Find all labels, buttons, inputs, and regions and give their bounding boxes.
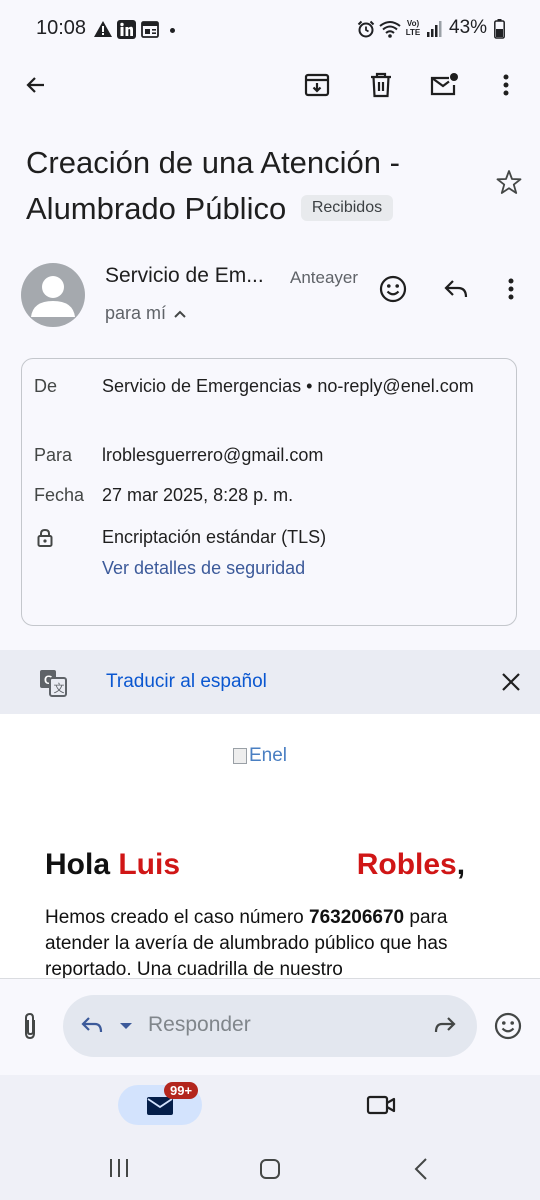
broken-image-icon bbox=[233, 748, 247, 764]
battery-icon bbox=[494, 19, 505, 39]
volte-icon: Vo) LTE bbox=[405, 19, 421, 37]
attach-button[interactable] bbox=[8, 1004, 52, 1048]
mark-unread-button[interactable] bbox=[422, 63, 466, 107]
inbox-label-chip[interactable]: Recibidos bbox=[300, 194, 394, 221]
reply-mode-icon[interactable] bbox=[80, 1016, 108, 1036]
greeting-comma: , bbox=[456, 848, 466, 881]
greeting-hola: Hola bbox=[45, 848, 111, 881]
greeting-last-name: Robles bbox=[356, 848, 457, 881]
notification-dot-icon bbox=[170, 28, 175, 33]
greeting-first-name: Luis bbox=[118, 848, 181, 881]
case-number: 763206670 bbox=[309, 907, 405, 928]
meet-tab[interactable] bbox=[366, 1094, 396, 1116]
mark-unread-icon bbox=[430, 73, 458, 96]
translate-icon: G文 bbox=[39, 669, 67, 697]
chevron-down-icon[interactable] bbox=[119, 1022, 133, 1030]
reply-icon bbox=[444, 280, 468, 298]
sender-avatar[interactable] bbox=[21, 263, 85, 327]
to-value: lroblesguerrero@gmail.com bbox=[102, 445, 324, 465]
sender-name[interactable]: Servicio de Em... bbox=[105, 264, 287, 288]
translate-bar bbox=[0, 650, 540, 714]
emoji-react-button[interactable] bbox=[371, 267, 415, 311]
emoji-icon bbox=[494, 1012, 522, 1040]
mail-icon bbox=[146, 1096, 174, 1116]
forward-icon[interactable] bbox=[431, 1016, 457, 1036]
body-text-before: Hemos creado el caso número bbox=[45, 907, 310, 928]
chevron-left-icon bbox=[414, 1158, 427, 1180]
arrow-left-icon bbox=[26, 77, 44, 93]
chevron-up-icon bbox=[174, 310, 186, 318]
enel-logo-broken-image: Enel bbox=[233, 745, 287, 767]
to-label: Para bbox=[34, 445, 73, 465]
home-icon bbox=[260, 1159, 280, 1179]
system-back-button[interactable] bbox=[414, 1158, 428, 1180]
signal-icon bbox=[426, 20, 442, 38]
emoji-icon bbox=[379, 275, 407, 303]
message-more-button[interactable] bbox=[489, 267, 533, 311]
warning-icon bbox=[93, 20, 113, 38]
linkedin-icon bbox=[117, 20, 136, 39]
date-value: 27 mar 2025, 8:28 p. m. bbox=[102, 485, 294, 505]
more-vert-icon bbox=[503, 74, 509, 96]
home-button[interactable] bbox=[259, 1158, 281, 1180]
alarm-icon bbox=[357, 20, 375, 38]
star-icon bbox=[496, 170, 522, 194]
archive-button[interactable] bbox=[295, 63, 339, 107]
close-icon bbox=[502, 673, 520, 691]
person-icon bbox=[31, 276, 75, 317]
news-icon bbox=[141, 21, 159, 38]
body-paragraph: Hemos creado el caso número 763206670 pa… bbox=[45, 905, 485, 983]
divider bbox=[0, 978, 540, 979]
back-button[interactable] bbox=[14, 63, 58, 107]
recent-apps-button[interactable] bbox=[108, 1158, 130, 1178]
recipient-toggle[interactable]: para mí bbox=[105, 303, 186, 324]
video-camera-icon bbox=[366, 1095, 396, 1115]
battery-percent: 43% bbox=[449, 17, 488, 38]
recipient-label: para mí bbox=[105, 303, 167, 323]
security-details-link[interactable]: Ver detalles de seguridad bbox=[102, 554, 502, 582]
paperclip-icon bbox=[25, 1012, 35, 1040]
archive-icon bbox=[304, 73, 330, 97]
greeting: Hola Luis Robles, bbox=[45, 848, 465, 882]
logo-alt-text: Enel bbox=[249, 745, 288, 766]
trash-icon bbox=[371, 72, 391, 98]
unread-count-badge: 99+ bbox=[164, 1082, 199, 1099]
encryption-value: Encriptación estándar (TLS) bbox=[102, 527, 327, 547]
date-label: Fecha bbox=[34, 485, 85, 505]
bottom-navigation bbox=[0, 1075, 540, 1141]
wifi-icon bbox=[379, 20, 401, 38]
message-details-card: De Servicio de Emergencias • no-reply@en… bbox=[21, 358, 517, 626]
emoji-button[interactable] bbox=[486, 1004, 530, 1048]
more-vert-icon bbox=[508, 278, 514, 300]
from-label: De bbox=[34, 376, 58, 396]
close-translate-button[interactable] bbox=[489, 660, 533, 704]
star-button[interactable] bbox=[487, 160, 531, 204]
reply-input[interactable]: Responder bbox=[148, 1013, 251, 1037]
status-time: 10:08 bbox=[36, 17, 87, 39]
translate-link[interactable]: Traducir al español bbox=[106, 671, 267, 693]
svg-text:文: 文 bbox=[54, 681, 65, 695]
reply-button[interactable] bbox=[434, 267, 478, 311]
more-options-button[interactable] bbox=[484, 63, 528, 107]
delete-button[interactable] bbox=[359, 63, 403, 107]
received-date: Anteayer bbox=[290, 268, 359, 287]
email-subject: Creación de una Atención - Alumbrado Púb… bbox=[26, 140, 466, 232]
recents-icon bbox=[110, 1159, 128, 1177]
lock-icon bbox=[37, 528, 53, 548]
from-value: Servicio de Emergencias • no-reply@enel.… bbox=[102, 376, 474, 396]
